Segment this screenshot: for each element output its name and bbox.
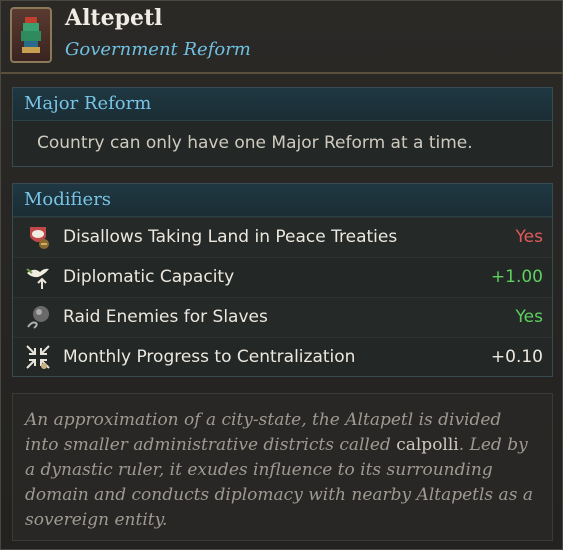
modifier-value: Yes [515, 227, 543, 247]
reform-title: Altepetl [65, 5, 163, 31]
modifiers-list: Disallows Taking Land in Peace Treaties … [13, 217, 552, 377]
reform-emblem-icon [10, 7, 52, 63]
description-term: calpolli [396, 435, 459, 455]
chain-ball-icon [27, 306, 49, 329]
modifiers-panel: Modifiers Disallows Taking Land in Peace… [12, 183, 553, 377]
major-reform-panel: Major Reform Country can only have one M… [12, 87, 553, 167]
major-reform-text: Country can only have one Major Reform a… [37, 133, 473, 153]
reform-subtitle: Government Reform [65, 39, 251, 60]
modifier-label: Disallows Taking Land in Peace Treaties [63, 227, 398, 247]
modifier-value: +0.10 [490, 347, 543, 367]
modifier-label: Diplomatic Capacity [63, 267, 235, 287]
modifier-label: Raid Enemies for Slaves [63, 307, 268, 327]
tooltip-header: Altepetl Government Reform [1, 1, 563, 74]
modifier-row: Diplomatic Capacity +1.00 [13, 257, 552, 297]
reform-tooltip: Altepetl Government Reform Major Reform … [0, 0, 563, 550]
modifiers-heading: Modifiers [13, 184, 552, 217]
modifier-row: Raid Enemies for Slaves Yes [13, 297, 552, 337]
dove-shield-icon [30, 227, 49, 249]
modifier-row: Monthly Progress to Centralization +0.10 [13, 337, 552, 377]
modifier-label: Monthly Progress to Centralization [63, 347, 356, 367]
reform-description: An approximation of a city-state, the Al… [12, 393, 553, 541]
major-reform-heading: Major Reform [13, 88, 552, 121]
centralization-arrows-icon [26, 345, 50, 369]
modifier-row: Disallows Taking Land in Peace Treaties … [13, 217, 552, 257]
modifier-value: +1.00 [490, 267, 543, 287]
modifier-value: Yes [515, 307, 543, 327]
dove-arrow-icon [26, 268, 49, 289]
